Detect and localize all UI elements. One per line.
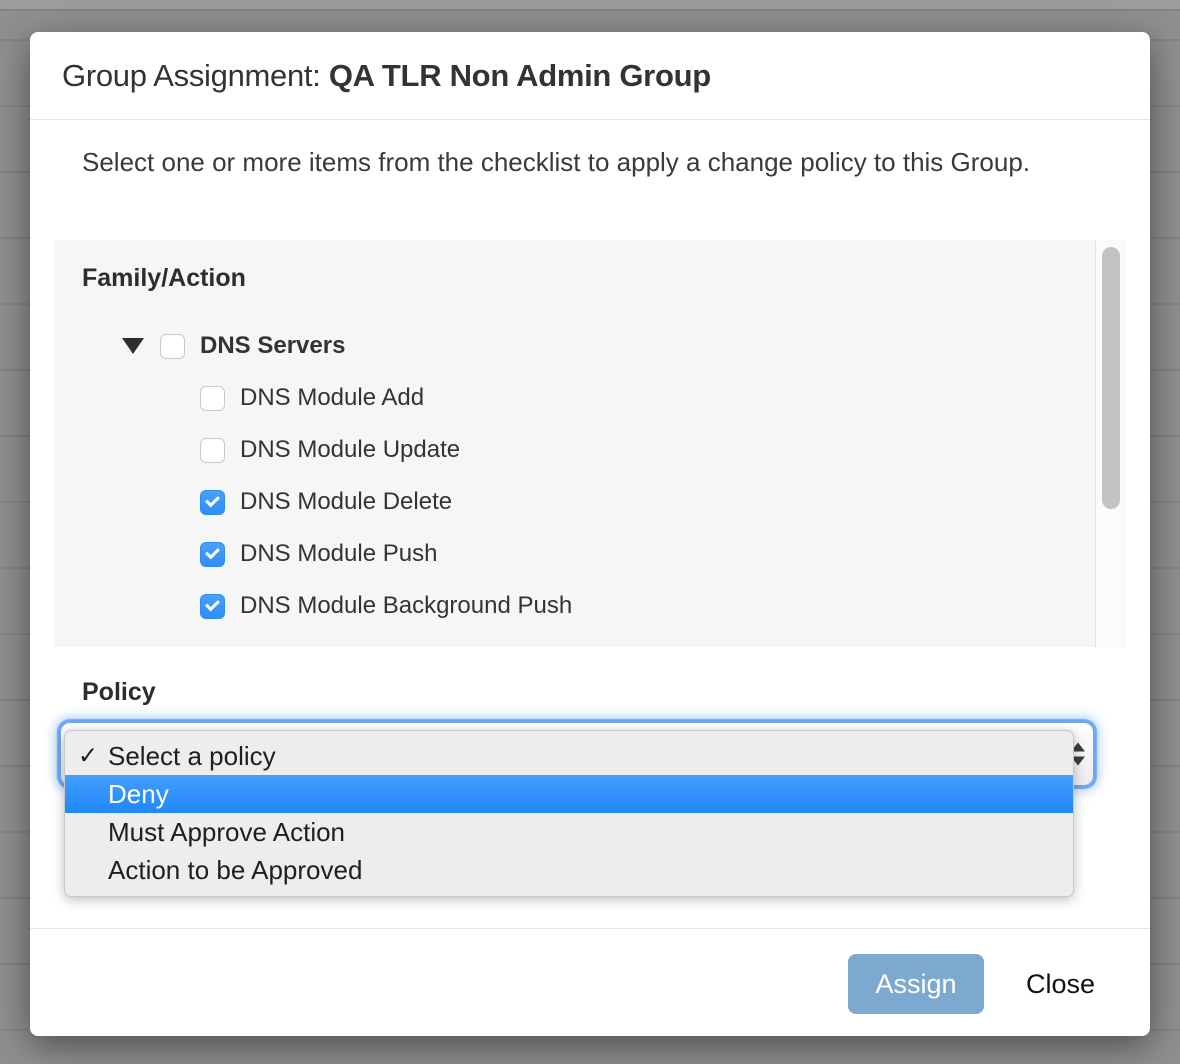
policy-option-label: Deny (108, 779, 169, 810)
close-button[interactable]: Close (1026, 954, 1095, 1014)
policy-option-deny[interactable]: Deny (65, 775, 1073, 813)
modal-title-group-name: QA TLR Non Admin Group (329, 58, 711, 93)
tree-row-dns-module-delete[interactable]: DNS Module Delete (54, 485, 1092, 519)
footer-divider (30, 928, 1150, 929)
checklist-scrollbar-thumb[interactable] (1102, 247, 1120, 509)
tree-label: DNS Servers (200, 332, 345, 360)
modal-header: Group Assignment: QA TLR Non Admin Group (30, 32, 1150, 120)
selected-check-icon: ✓ (78, 742, 98, 771)
modal-title-prefix: Group Assignment: (62, 58, 329, 93)
modal-title: Group Assignment: QA TLR Non Admin Group (62, 58, 711, 94)
tree-row-dns-servers[interactable]: DNS Servers (54, 329, 1092, 363)
tree-label: DNS Module Push (240, 540, 437, 568)
family-action-checklist-panel: Family/Action DNS Servers DNS Module Add… (54, 240, 1126, 647)
collapse-triangle-icon[interactable] (122, 338, 144, 354)
tree-row-dns-module-background-push[interactable]: DNS Module Background Push (54, 589, 1092, 623)
modal-description: Select one or more items from the checkl… (82, 142, 1042, 182)
checkbox-dns-servers[interactable] (160, 334, 185, 359)
group-assignment-modal: Group Assignment: QA TLR Non Admin Group… (30, 32, 1150, 1036)
tree-label: DNS Module Add (240, 384, 424, 412)
check-icon (205, 492, 220, 507)
policy-option-label: Action to be Approved (108, 855, 362, 886)
checkbox-dns-module-add[interactable] (200, 386, 225, 411)
tree-label: DNS Module Background Push (240, 592, 572, 620)
checkbox-dns-module-update[interactable] (200, 438, 225, 463)
policy-option-label: Must Approve Action (108, 817, 345, 848)
tree-row-dns-module-update[interactable]: DNS Module Update (54, 433, 1092, 467)
policy-option-label: Select a policy (108, 741, 276, 772)
tree-label: DNS Module Delete (240, 488, 452, 516)
policy-option-must-approve-action[interactable]: Must Approve Action (65, 813, 1073, 851)
checkbox-dns-module-push[interactable] (200, 542, 225, 567)
policy-option-action-to-be-approved[interactable]: Action to be Approved (65, 851, 1073, 889)
policy-dropdown-menu: ✓ Select a policy Deny Must Approve Acti… (64, 730, 1074, 897)
policy-heading: Policy (82, 678, 156, 707)
tree-row-dns-module-push[interactable]: DNS Module Push (54, 537, 1092, 571)
checklist-scrollbar-track[interactable] (1095, 240, 1126, 647)
assign-button[interactable]: Assign (848, 954, 984, 1014)
policy-option-select-a-policy[interactable]: ✓ Select a policy (65, 737, 1073, 775)
tree-label: DNS Module Update (240, 436, 460, 464)
checklist-heading: Family/Action (82, 264, 246, 293)
tree-row-dns-module-add[interactable]: DNS Module Add (54, 381, 1092, 415)
checkbox-dns-module-background-push[interactable] (200, 594, 225, 619)
checkbox-dns-module-delete[interactable] (200, 490, 225, 515)
check-icon (205, 544, 220, 559)
check-icon (205, 596, 220, 611)
